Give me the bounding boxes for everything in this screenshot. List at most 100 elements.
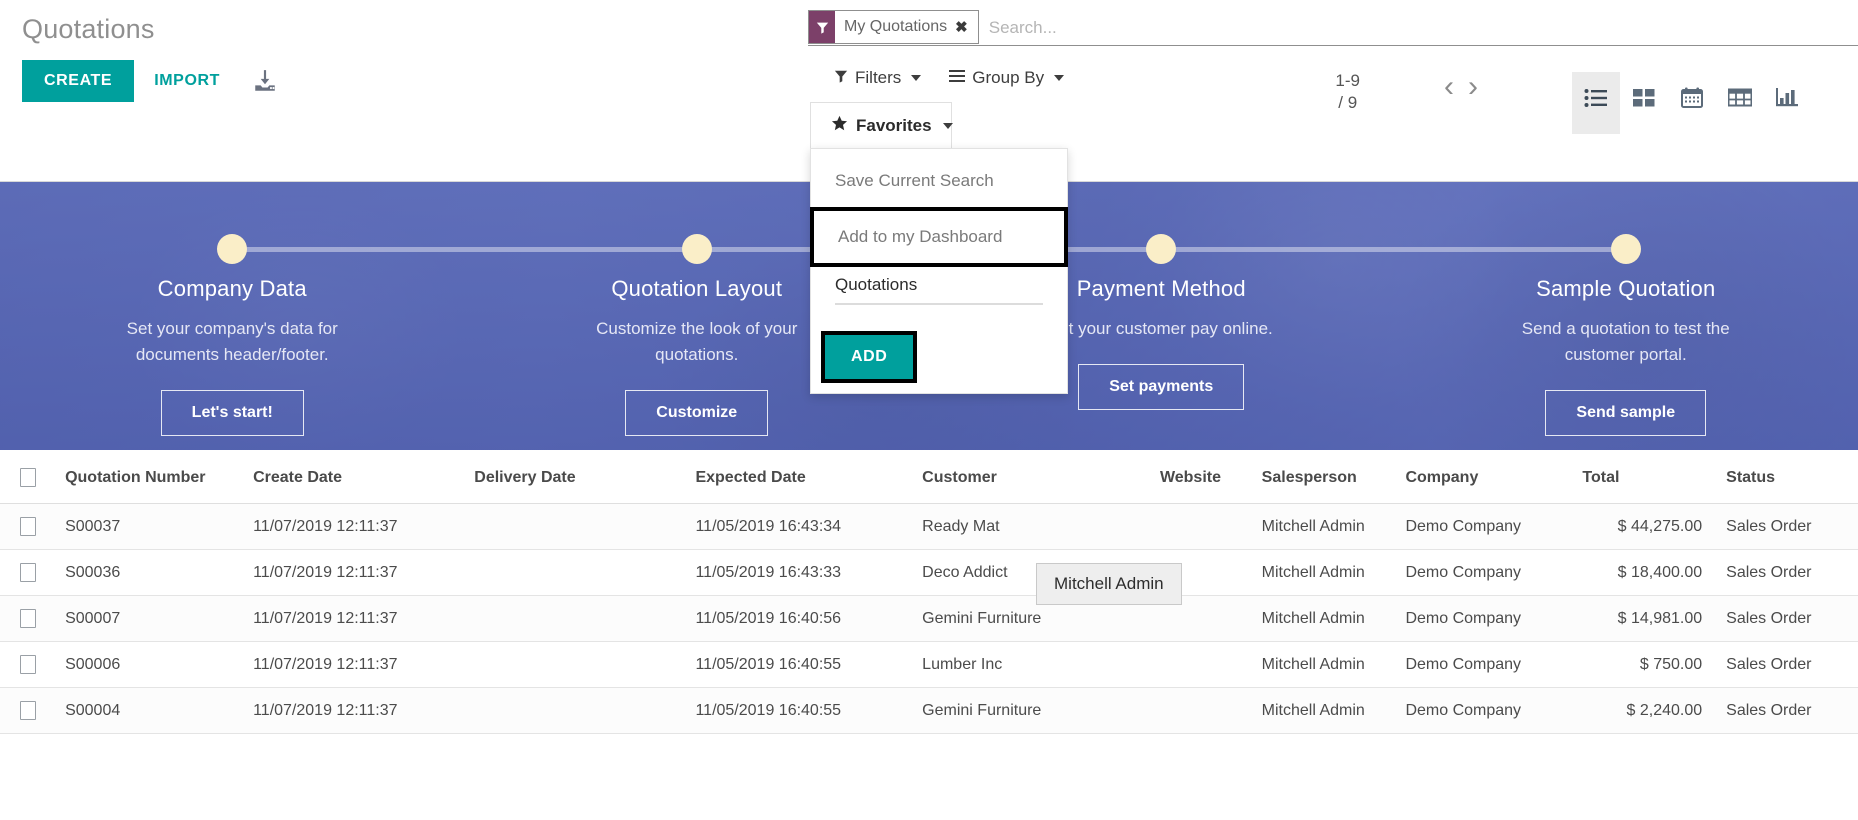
kanban-icon bbox=[1633, 89, 1655, 107]
search-dropdowns: Filters Group By bbox=[820, 58, 1078, 98]
table-row[interactable]: S00004 11/07/2019 12:11:37 11/05/2019 16… bbox=[0, 687, 1858, 734]
pager: 1-9 / 9 bbox=[1335, 70, 1360, 114]
onboarding-step-company-data: Company Data Set your company's data for… bbox=[0, 182, 465, 450]
view-switcher bbox=[1572, 72, 1858, 134]
chevron-right-icon[interactable]: › bbox=[1468, 72, 1478, 102]
view-kanban-button[interactable] bbox=[1620, 72, 1668, 134]
cell-quotation-number: S00037 bbox=[53, 503, 242, 550]
column-website[interactable]: Website bbox=[1147, 450, 1250, 504]
view-list-button[interactable] bbox=[1572, 72, 1620, 134]
step-action-button[interactable]: Set payments bbox=[1078, 364, 1245, 410]
cell-total: $ 14,981.00 bbox=[1570, 595, 1715, 642]
cell-website bbox=[1147, 641, 1250, 688]
calendar-icon bbox=[1681, 87, 1703, 108]
column-quotation-number[interactable]: Quotation Number bbox=[53, 450, 242, 504]
cell-total: $ 750.00 bbox=[1570, 641, 1715, 688]
add-button-wrap: ADD bbox=[811, 321, 971, 393]
control-panel-left: Quotations CREATE IMPORT bbox=[22, 12, 278, 102]
chevron-down-icon bbox=[911, 75, 922, 81]
close-icon[interactable]: ✖ bbox=[953, 18, 978, 36]
cell-quotation-number: S00004 bbox=[53, 687, 242, 734]
favorites-dropdown[interactable]: Favorites bbox=[810, 102, 953, 149]
step-connector-line bbox=[232, 247, 465, 252]
chevron-down-icon bbox=[1054, 75, 1065, 81]
step-action-button[interactable]: Customize bbox=[625, 390, 769, 436]
cell-delivery-date bbox=[462, 503, 684, 550]
view-calendar-button[interactable] bbox=[1668, 72, 1716, 134]
step-action-button[interactable]: Let's start! bbox=[160, 390, 304, 436]
cell-company: Demo Company bbox=[1393, 549, 1571, 596]
column-status[interactable]: Status bbox=[1714, 450, 1858, 504]
cell-delivery-date bbox=[462, 687, 684, 734]
table-row[interactable]: S00037 11/07/2019 12:11:37 11/05/2019 16… bbox=[0, 503, 1858, 550]
column-delivery-date[interactable]: Delivery Date bbox=[462, 450, 684, 504]
row-select-cell bbox=[0, 687, 54, 734]
step-dot bbox=[1146, 234, 1177, 264]
column-customer[interactable]: Customer bbox=[910, 450, 1148, 504]
step-action-button[interactable]: Send sample bbox=[1545, 390, 1707, 436]
table-header-row: Quotation Number Create Date Delivery Da… bbox=[0, 450, 1858, 504]
row-checkbox[interactable] bbox=[20, 701, 36, 720]
search-row: My Quotations ✖ bbox=[808, 10, 1858, 46]
search-input[interactable] bbox=[978, 10, 1858, 45]
row-checkbox[interactable] bbox=[20, 609, 36, 628]
step-description: Set your company's data for documents he… bbox=[126, 319, 338, 364]
filter-icon bbox=[834, 68, 848, 88]
star-icon bbox=[831, 115, 848, 137]
column-company[interactable]: Company bbox=[1393, 450, 1571, 504]
search-area: My Quotations ✖ bbox=[808, 10, 1858, 46]
create-button[interactable]: CREATE bbox=[22, 60, 135, 102]
save-current-search-item[interactable]: Save Current Search bbox=[811, 155, 1067, 207]
group-by-dropdown[interactable]: Group By bbox=[935, 58, 1078, 98]
view-switcher-edge bbox=[1812, 72, 1858, 134]
step-dot bbox=[1610, 234, 1641, 264]
cell-website bbox=[1147, 503, 1250, 550]
row-checkbox[interactable] bbox=[20, 517, 36, 536]
quotations-table: Quotation Number Create Date Delivery Da… bbox=[0, 450, 1858, 734]
view-pivot-button[interactable] bbox=[1716, 72, 1764, 134]
add-button[interactable]: ADD bbox=[825, 335, 914, 379]
cell-status: Sales Order bbox=[1714, 641, 1858, 688]
column-salesperson[interactable]: Salesperson bbox=[1249, 450, 1394, 504]
row-select-cell bbox=[0, 503, 54, 550]
cell-salesperson: Mitchell Admin bbox=[1249, 595, 1394, 642]
view-graph-button[interactable] bbox=[1764, 72, 1812, 134]
row-checkbox[interactable] bbox=[20, 655, 36, 674]
import-button[interactable]: IMPORT bbox=[134, 60, 240, 102]
onboarding-step-sample-quotation: Sample Quotation Send a quotation to tes… bbox=[1393, 182, 1858, 450]
cell-delivery-date bbox=[462, 595, 684, 642]
cell-status: Sales Order bbox=[1714, 595, 1858, 642]
cell-total: $ 18,400.00 bbox=[1570, 549, 1715, 596]
chevron-left-icon[interactable]: ‹ bbox=[1444, 72, 1454, 102]
column-total[interactable]: Total bbox=[1570, 450, 1715, 504]
table-row[interactable]: S00006 11/07/2019 12:11:37 11/05/2019 16… bbox=[0, 641, 1858, 688]
list-icon bbox=[1584, 89, 1607, 107]
row-checkbox[interactable] bbox=[20, 563, 36, 582]
download-icon[interactable] bbox=[252, 68, 278, 94]
cell-delivery-date bbox=[462, 549, 684, 596]
step-description: Send a quotation to test the customer po… bbox=[1521, 319, 1730, 364]
step-title: Company Data bbox=[157, 276, 307, 301]
column-expected-date[interactable]: Expected Date bbox=[683, 450, 911, 504]
select-all-checkbox[interactable] bbox=[20, 468, 36, 487]
cell-expected-date: 11/05/2019 16:40:55 bbox=[683, 641, 911, 688]
step-title: Quotation Layout bbox=[611, 276, 783, 301]
cell-status: Sales Order bbox=[1714, 503, 1858, 550]
pager-nav: ‹ › bbox=[1444, 72, 1478, 102]
table-row[interactable]: S00036 11/07/2019 12:11:37 11/05/2019 16… bbox=[0, 549, 1858, 596]
search-facet-my-quotations[interactable]: My Quotations ✖ bbox=[808, 10, 979, 44]
add-button-highlight: ADD bbox=[821, 331, 918, 383]
cell-create-date: 11/07/2019 12:11:37 bbox=[241, 595, 463, 642]
bar-chart-icon bbox=[1776, 88, 1798, 107]
table-row[interactable]: S00007 11/07/2019 12:11:37 11/05/2019 16… bbox=[0, 595, 1858, 642]
salesperson-tooltip: Mitchell Admin bbox=[1036, 563, 1182, 605]
table-header: Quotation Number Create Date Delivery Da… bbox=[0, 450, 1858, 504]
column-create-date[interactable]: Create Date bbox=[241, 450, 463, 504]
dashboard-name-input[interactable] bbox=[835, 269, 1043, 305]
dashboard-save-section bbox=[811, 267, 1067, 321]
favorites-label: Favorites bbox=[856, 116, 932, 135]
quotations-list: Quotation Number Create Date Delivery Da… bbox=[0, 450, 1858, 734]
filters-dropdown[interactable]: Filters bbox=[820, 58, 935, 98]
add-to-dashboard-item[interactable]: Add to my Dashboard bbox=[814, 211, 1064, 263]
favorites-menu: Save Current Search Add to my Dashboard … bbox=[810, 148, 1068, 394]
